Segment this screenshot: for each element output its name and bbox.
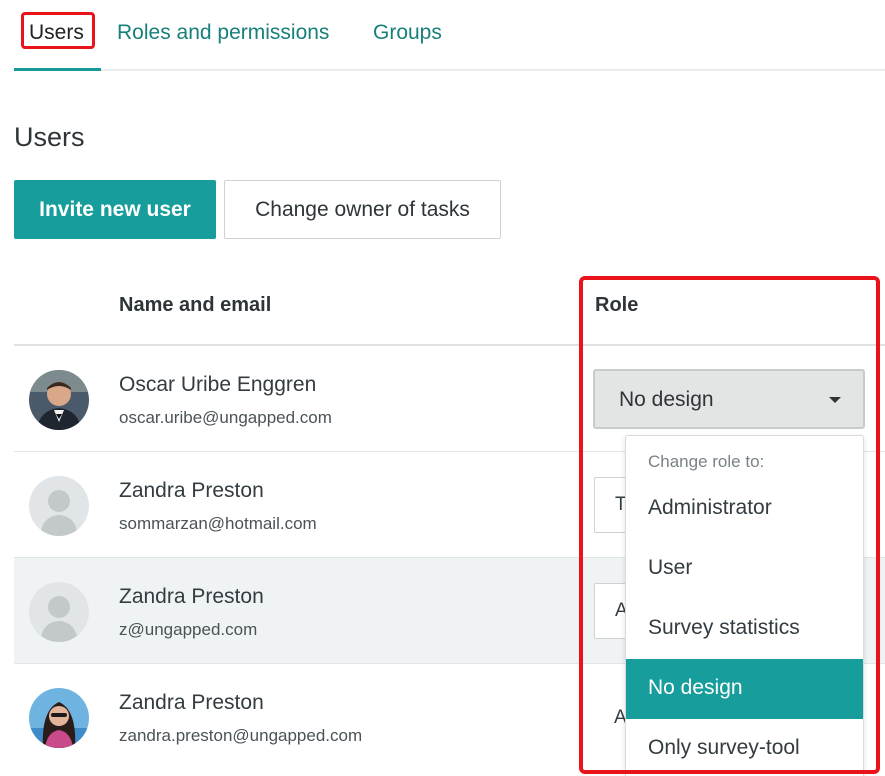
user-email: oscar.uribe@ungapped.com [119, 408, 332, 427]
user-email: sommarzan@hotmail.com [119, 514, 317, 533]
user-photo-avatar [29, 688, 89, 748]
annotation-box-tab [21, 12, 95, 49]
user-placeholder-avatar [29, 582, 89, 642]
menu-item-label: User [648, 556, 693, 579]
menu-item-no-design[interactable]: No design [626, 659, 863, 719]
user-name: Oscar Uribe Enggren [119, 373, 317, 396]
menu-item-administrator[interactable]: Administrator [626, 479, 863, 539]
column-header-name: Name and email [119, 294, 272, 316]
change-owner-button[interactable]: Change owner of tasks [224, 180, 501, 239]
user-email: z@ungapped.com [119, 620, 258, 639]
user-email: zandra.preston@ungapped.com [119, 726, 363, 745]
tab-bar: Users Roles and permissions Groups [0, 0, 885, 72]
column-header-role: Role [595, 294, 639, 316]
invite-new-user-button[interactable]: Invite new user [14, 180, 216, 239]
tab-groups[interactable]: Groups [373, 20, 442, 46]
menu-item-label: No design [648, 676, 743, 699]
menu-item-survey-statistics[interactable]: Survey statistics [626, 599, 863, 659]
page-title: Users [14, 122, 85, 152]
user-placeholder-avatar [29, 476, 89, 536]
user-name: Zandra Preston [119, 479, 264, 502]
tab-divider [101, 69, 885, 71]
role-dropdown-menu: Change role to: Administrator User Surve… [625, 435, 864, 776]
menu-item-user[interactable]: User [626, 539, 863, 599]
user-photo-avatar [29, 370, 89, 430]
tab-roles-and-permissions[interactable]: Roles and permissions [117, 20, 329, 46]
user-name: Zandra Preston [119, 585, 264, 608]
menu-item-label: Survey statistics [648, 616, 800, 639]
chevron-down-icon [829, 397, 841, 403]
menu-item-only-survey-tool[interactable]: Only survey-tool [626, 719, 863, 776]
role-select-open[interactable]: No design [593, 369, 865, 429]
active-tab-indicator [14, 68, 101, 71]
user-name: Zandra Preston [119, 691, 264, 714]
role-select-value: No design [619, 388, 714, 411]
menu-header: Change role to: [648, 452, 765, 471]
menu-item-label: Only survey-tool [648, 736, 800, 759]
menu-item-label: Administrator [648, 496, 772, 519]
